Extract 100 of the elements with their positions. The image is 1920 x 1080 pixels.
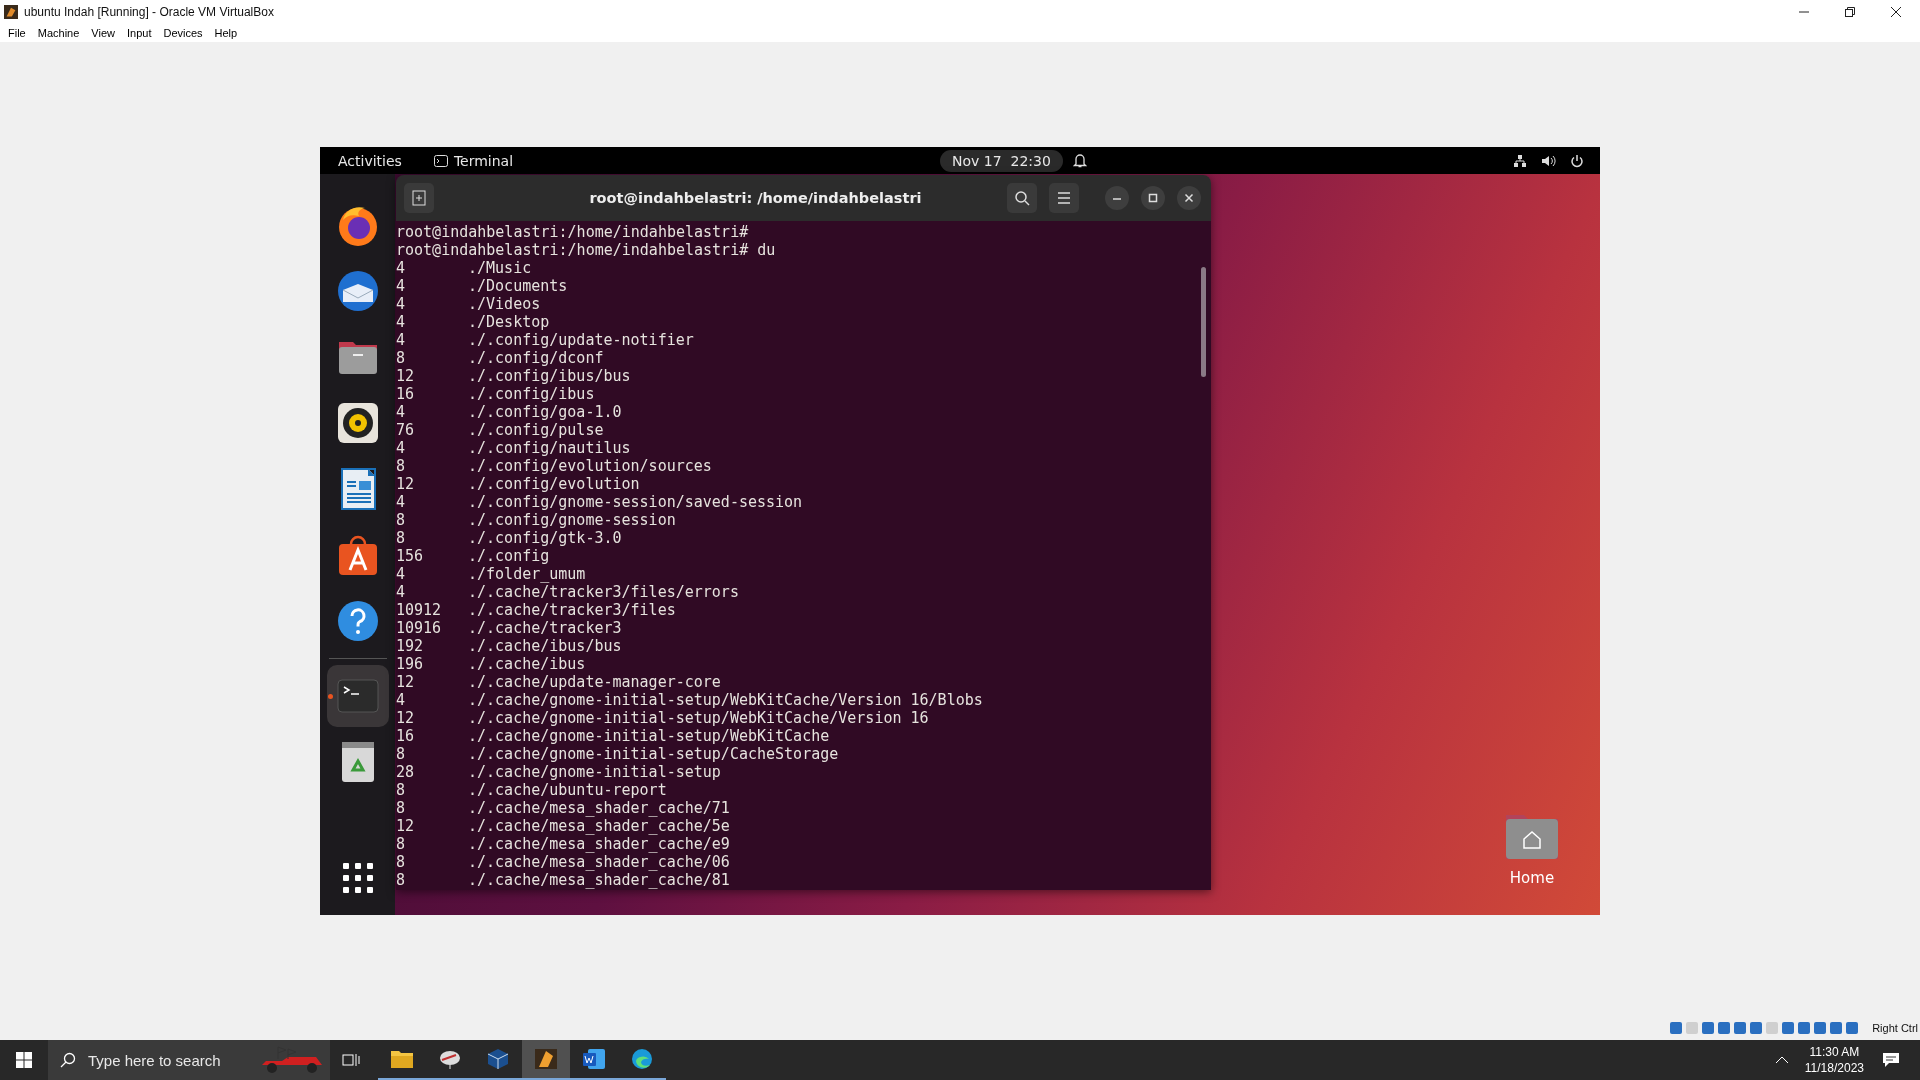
du-size: 8 [396,529,407,547]
du-path: ./.config/ibus/bus [468,367,631,385]
menu-item[interactable]: File [2,26,32,40]
du-size: 4 [396,493,407,511]
du-path: ./.cache/mesa_shader_cache/81 [468,871,730,889]
du-size: 4 [396,583,407,601]
du-size: 10916 [396,619,443,637]
du-size: 12 [396,817,416,835]
terminal-title: root@indahbelastri: /home/indahbelastri [588,190,923,206]
terminal-icon [433,154,448,167]
task-view-icon[interactable] [342,1052,360,1068]
search-icon [60,1052,76,1068]
minimize-icon[interactable] [1105,186,1129,210]
du-path: ./.config/gnome-session/saved-session [468,493,803,511]
du-size: 8 [396,835,407,853]
taskbar-date: 11/18/2023 [1804,1060,1864,1076]
menu-item[interactable]: View [85,26,121,40]
vm-window-icon [534,1048,558,1070]
du-path: ./.cache/mesa_shader_cache/06 [468,853,730,871]
du-path: ./.cache/tracker3 [468,619,622,637]
du-size: 4 [396,295,407,313]
taskbar-time: 11:30 AM [1809,1044,1860,1060]
maximize-icon[interactable] [1141,186,1165,210]
du-path: ./.config/gnome-session [468,511,676,529]
du-size: 196 [396,655,425,673]
du-path: ./Videos [468,295,541,313]
du-size: 8 [396,745,407,763]
edge-browser-icon [630,1048,654,1070]
du-size: 28 [396,763,416,781]
du-size: 8 [396,799,407,817]
search-field[interactable]: Type here to search [48,1040,330,1080]
menu-item[interactable]: Input [120,26,158,40]
du-path: ./.cache/gnome-initial-setup/WebKitCache/Version 16/Blobs [468,691,983,709]
du-size: 4 [396,691,407,709]
du-path: ./.cache/update-manager-core [468,673,721,691]
du-size: 4 [396,313,407,331]
search-icon[interactable] [1007,183,1037,213]
du-size: 8 [396,781,407,799]
activities-button[interactable]: Activities [320,152,420,169]
new-tab-icon[interactable] [404,183,434,213]
volume-icon[interactable] [1541,153,1556,168]
du-size: 156 [396,547,425,565]
du-size: 8 [396,349,407,367]
du-path: ./.cache/ibus [468,655,586,673]
prompt-line: root@indahbelastri:/home/indahbelastri# du [396,241,777,259]
du-path: ./.cache/tracker3/files [468,601,676,619]
du-path: ./.cache/tracker3/files/errors [468,583,739,601]
power-icon[interactable] [1570,153,1584,168]
du-path: ./.cache/gnome-initial-setup [468,763,721,781]
app-grid-icon[interactable] [342,863,373,893]
du-size: 4 [396,277,407,295]
scrollbar-thumb[interactable] [1201,267,1206,377]
cube-icon [486,1048,510,1070]
menu-item[interactable]: Help [208,26,244,40]
du-path: ./.cache/ubuntu-report [468,781,667,799]
du-size: 16 [396,727,416,745]
du-size: 4 [396,331,407,349]
du-path: ./.cache/gnome-initial-setup/CacheStorage [468,745,839,763]
du-path: ./.config [468,547,550,565]
restore-icon[interactable] [1844,6,1856,18]
du-size: 8 [396,853,407,871]
notification-icon[interactable] [1882,1052,1900,1068]
du-size: 8 [396,457,407,475]
du-size: 4 [396,565,407,583]
chevron-up-icon[interactable] [1774,1055,1789,1065]
du-size: 10912 [396,601,443,619]
folder-icon [390,1048,414,1070]
du-path: ./.cache/mesa_shader_cache/71 [468,799,730,817]
app-menu-label[interactable]: Terminal [453,152,514,169]
word-icon [582,1048,606,1070]
bell-icon [1072,153,1087,168]
du-path: ./.config/dconf [468,349,604,367]
du-size: 76 [396,421,416,439]
taskbar-app[interactable] [522,1040,570,1080]
clock-button[interactable]: Nov 17 22:30 [940,149,1063,172]
network-icon[interactable] [1513,153,1527,168]
du-size: 4 [396,403,407,421]
desktop-icon-label[interactable]: Home [1509,869,1555,887]
prompt-line: root@indahbelastri:/home/indahbelastri# [396,223,750,241]
du-size: 16 [396,385,416,403]
du-path: ./.cache/ibus/bus [468,637,622,655]
close-icon[interactable] [1177,186,1201,210]
du-path: ./.cache/mesa_shader_cache/5e [468,817,730,835]
menu-icon[interactable] [1049,183,1079,213]
du-path: ./Desktop [468,313,550,331]
windows-logo-icon[interactable] [16,1052,32,1068]
menu-item[interactable]: Devices [157,26,209,40]
du-size: 12 [396,475,416,493]
du-path: ./Music [468,259,532,277]
du-size: 12 [396,367,416,385]
du-size: 12 [396,673,416,691]
menu-item[interactable]: Machine [31,26,86,40]
du-path: ./.config/pulse [468,421,604,439]
du-path: ./.config/nautilus [468,439,631,457]
du-path: ./.config/update-notifier [468,331,694,349]
window-title: ubuntu Indah [Running] - Oracle VM VirtualBox [24,5,275,19]
du-path: ./.config/evolution/sources [468,457,712,475]
du-path: ./Documents [468,277,568,295]
close-icon[interactable] [1890,6,1902,18]
du-path: ./folder_umum [468,565,586,583]
